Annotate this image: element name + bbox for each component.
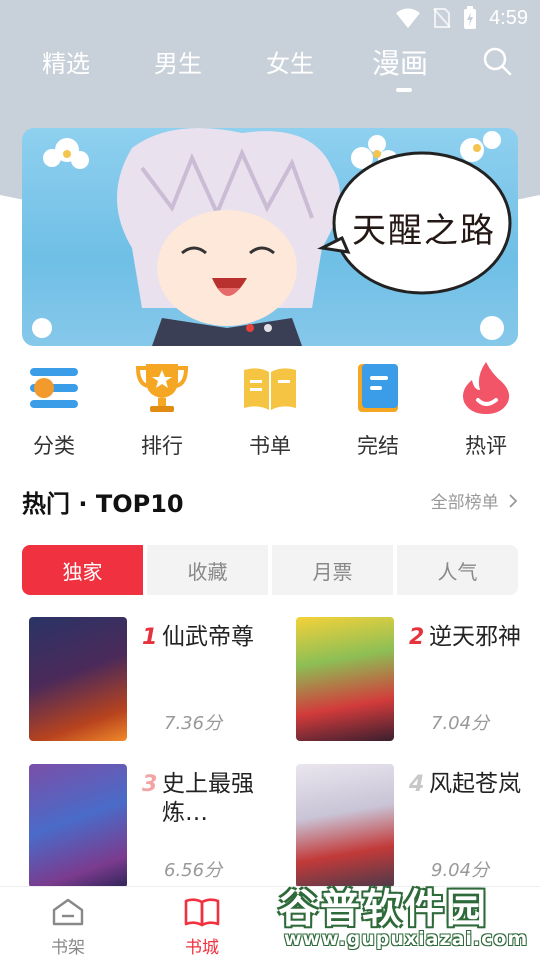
shortcut-finished[interactable]: 完结	[328, 360, 428, 460]
tab-monthly-votes[interactable]: 月票	[272, 545, 393, 595]
flame-icon	[463, 362, 510, 414]
all-rankings-link[interactable]: 全部榜单	[431, 488, 518, 513]
active-tab-indicator	[396, 88, 412, 92]
no-sim-icon	[433, 8, 451, 28]
book-list-icon	[244, 368, 296, 410]
trophy-icon	[135, 364, 189, 412]
carousel-dots	[246, 324, 272, 332]
finished-book-icon	[358, 364, 398, 412]
shortcut-category[interactable]: 分类	[4, 360, 104, 460]
book-cover	[296, 617, 394, 741]
top-tabs: 精选 男生 女生 漫画	[0, 40, 540, 96]
tab-featured[interactable]: 精选	[42, 44, 90, 79]
carousel-dot-active	[246, 324, 254, 332]
shortcut-label: 完结	[357, 434, 399, 458]
search-button[interactable]	[480, 44, 514, 78]
tab-exclusive[interactable]: 独家	[22, 545, 143, 595]
book-score: 7.04分	[431, 713, 490, 734]
banner-carousel[interactable]: 天醒之路	[22, 128, 518, 346]
watermark-cn: 谷普软件园	[278, 886, 488, 932]
nav-label: 书城	[185, 938, 219, 958]
chevron-right-icon	[509, 494, 518, 508]
ranking-tabs: 独家 收藏 月票 人气	[22, 545, 518, 595]
shortcut-booklist[interactable]: 书单	[220, 360, 320, 460]
tab-female[interactable]: 女生	[266, 44, 314, 79]
bookstore-icon	[184, 898, 220, 927]
book-title: 史上最强炼…	[162, 771, 254, 826]
book-title: 仙武帝尊	[162, 624, 254, 650]
book-rank: 2	[409, 625, 425, 650]
book-card[interactable]: 2 逆天邪神 7.04分	[296, 617, 536, 747]
shortcut-label: 排行	[141, 434, 183, 458]
tab-popularity[interactable]: 人气	[397, 545, 518, 595]
tab-comics[interactable]: 漫画	[372, 42, 428, 82]
book-rank: 1	[142, 625, 158, 650]
banner-title: 天醒之路	[352, 211, 496, 251]
book-rank: 3	[142, 772, 158, 797]
tab-male[interactable]: 男生	[154, 44, 202, 79]
search-icon	[483, 47, 512, 76]
book-card[interactable]: 1 仙武帝尊 7.36分	[29, 617, 269, 747]
book-title: 逆天邪神	[429, 624, 521, 650]
watermark: 谷普软件园 www.gupuxiazai.com	[270, 870, 540, 960]
tab-favorites[interactable]: 收藏	[147, 545, 268, 595]
book-rank: 4	[409, 772, 425, 797]
nav-bookstore[interactable]: 书城	[162, 897, 242, 958]
carousel-dot	[264, 324, 272, 332]
wifi-icon	[396, 8, 421, 28]
book-score: 7.36分	[164, 713, 223, 734]
book-card[interactable]: 3 史上最强炼… 6.56分	[29, 764, 269, 894]
shortcut-label: 分类	[33, 434, 75, 458]
status-icons: 4:59	[395, 6, 528, 30]
clock: 4:59	[489, 6, 528, 29]
section-title: 热门 · TOP10	[22, 490, 184, 518]
watermark-url: www.gupuxiazai.com	[284, 928, 529, 950]
book-cover	[29, 764, 127, 888]
bookshelf-icon	[52, 898, 84, 926]
shortcut-label: 热评	[465, 434, 507, 458]
book-cover	[29, 617, 127, 741]
book-score: 6.56分	[164, 860, 223, 881]
book-title: 风起苍岚	[429, 771, 521, 797]
shortcut-hot-reviews[interactable]: 热评	[436, 360, 536, 460]
category-shortcuts: 分类 排行 书单 完结 热评	[0, 360, 540, 460]
nav-bookshelf[interactable]: 书架	[28, 897, 108, 958]
shortcut-ranking[interactable]: 排行	[112, 360, 212, 460]
category-icon	[30, 368, 78, 408]
battery-charging-icon	[464, 6, 477, 29]
all-rankings-label: 全部榜单	[430, 493, 499, 513]
shortcut-label: 书单	[249, 434, 291, 458]
status-bar: 4:59	[0, 0, 540, 36]
nav-label: 书架	[51, 938, 85, 958]
